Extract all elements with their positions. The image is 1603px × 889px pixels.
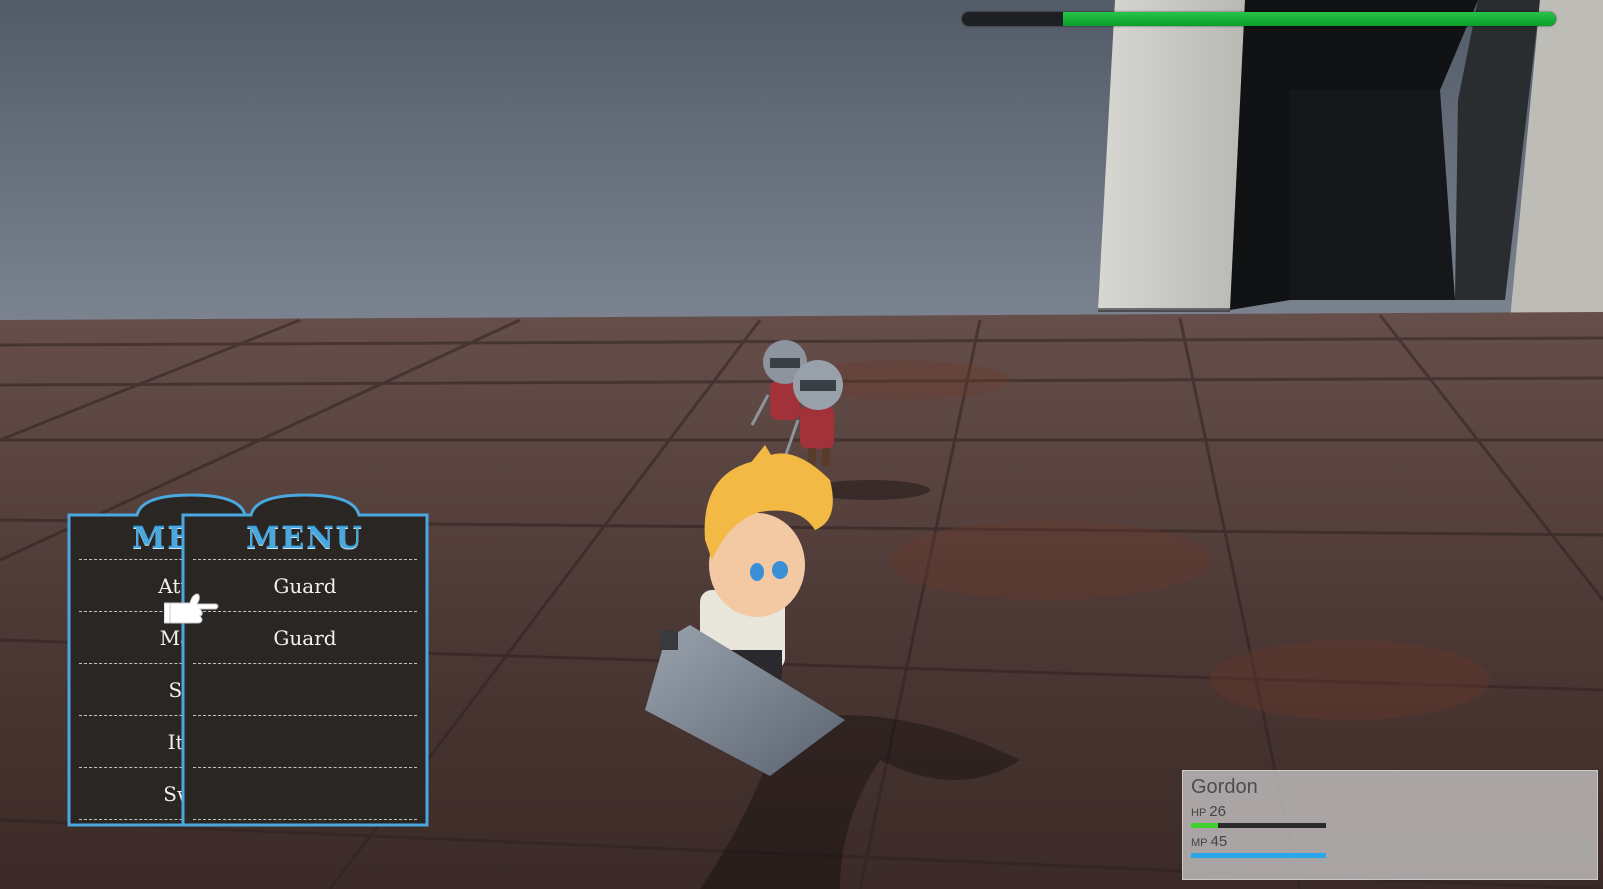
menu-title: MENU bbox=[246, 521, 364, 556]
menu-item-label: Guard bbox=[273, 574, 337, 598]
enemy-health-fill bbox=[1062, 12, 1556, 26]
hp-bar bbox=[1191, 823, 1326, 828]
menu-item-empty bbox=[193, 663, 417, 715]
mp-value: 45 bbox=[1210, 833, 1228, 850]
party-status-panel: Gordon HP 26 MP 45 bbox=[1182, 770, 1598, 880]
menu-item-empty bbox=[193, 767, 417, 820]
mp-bar-fill bbox=[1191, 853, 1326, 858]
enemy-health-bar bbox=[962, 12, 1556, 26]
menu-item-guard[interactable]: Guard bbox=[193, 559, 417, 611]
hp-stat: HP 26 bbox=[1191, 803, 1331, 828]
sub-command-menu: MENU Guard Guard bbox=[181, 493, 429, 827]
menu-item-empty bbox=[193, 715, 417, 767]
menu-item-label: Guard bbox=[273, 626, 337, 650]
menu-items: Guard Guard bbox=[193, 559, 417, 820]
mp-stat: MP 45 bbox=[1191, 833, 1331, 858]
hp-bar-fill bbox=[1191, 823, 1218, 828]
mp-label: MP bbox=[1191, 837, 1208, 849]
mp-bar bbox=[1191, 853, 1326, 858]
character-name: Gordon bbox=[1191, 776, 1258, 798]
hp-label: HP bbox=[1191, 807, 1207, 819]
pointing-hand-icon bbox=[164, 593, 219, 624]
hp-value: 26 bbox=[1209, 803, 1226, 820]
menu-item-guard-2[interactable]: Guard bbox=[193, 611, 417, 663]
